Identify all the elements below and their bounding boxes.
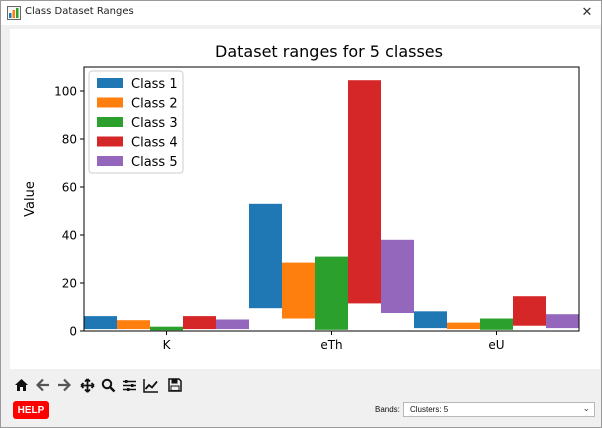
back-arrow-icon <box>35 378 49 392</box>
y-tick-label: 60 <box>62 181 77 195</box>
bar-class-1-eTh <box>249 203 282 309</box>
bar-class-3-eU <box>480 318 513 330</box>
zoom-button[interactable] <box>98 375 119 395</box>
x-tick-label: K <box>163 338 172 352</box>
pan-button[interactable] <box>77 375 98 395</box>
bar-class-1-eU <box>414 311 447 329</box>
magnifier-icon <box>101 378 116 392</box>
y-tick-label: 40 <box>62 229 77 243</box>
y-axis-label: Value <box>23 181 38 217</box>
x-tick-label: eU <box>488 338 504 352</box>
close-button[interactable]: ✕ <box>577 3 597 23</box>
forward-button[interactable] <box>53 375 74 395</box>
back-button[interactable] <box>32 375 53 395</box>
floppy-disk-icon <box>167 378 182 392</box>
bar-class-2-K <box>117 320 150 330</box>
chevron-down-icon: ⌄ <box>582 403 590 413</box>
forward-arrow-icon <box>57 378 71 392</box>
bar-class-4-eTh <box>348 80 381 304</box>
chart-title: Dataset ranges for 5 classes <box>215 42 443 61</box>
x-tick-label: eTh <box>320 338 342 352</box>
y-tick-label: 0 <box>69 325 77 339</box>
legend-swatch <box>97 97 123 108</box>
bar-class-5-K <box>216 319 249 330</box>
legend-swatch <box>97 156 123 166</box>
legend-swatch <box>97 78 123 88</box>
y-tick-label: 80 <box>62 133 77 147</box>
edit-axes-button[interactable] <box>140 375 161 395</box>
bands-selected-value: Clusters: 5 <box>410 405 449 414</box>
bar-class-5-eTh <box>381 239 414 313</box>
legend-label: Class 2 <box>131 97 178 112</box>
title-bar[interactable]: Class Dataset Ranges ✕ <box>1 1 601 25</box>
legend: Class 1 Class 2 Class 3 Class 4 Class 5 <box>88 70 184 174</box>
move-icon <box>80 377 95 393</box>
help-button[interactable]: HELP <box>13 401 49 419</box>
bar-class-4-eU <box>513 296 546 326</box>
save-button[interactable] <box>164 375 185 395</box>
x-axis: KeTh eU <box>163 331 505 352</box>
home-icon <box>15 379 28 391</box>
y-tick-label: 20 <box>62 277 77 291</box>
bar-class-2-eU <box>447 322 480 330</box>
figure-canvas[interactable]: Dataset ranges for 5 classes Value 0 20 40… <box>10 29 600 369</box>
bar-class-2-eTh <box>282 262 315 319</box>
bar-class-3-K <box>150 326 183 331</box>
legend-label: Class 3 <box>131 116 178 131</box>
legend-label: Class 4 <box>131 136 178 151</box>
home-button[interactable] <box>11 375 32 395</box>
configure-subplots-button[interactable] <box>119 375 140 395</box>
bar-chart: Dataset ranges for 5 classes Value 0 20 40… <box>23 42 580 352</box>
legend-label: Class 5 <box>131 155 178 170</box>
window-title: Class Dataset Ranges <box>25 6 134 17</box>
y-tick-label: 100 <box>54 85 77 99</box>
app-window: Class Dataset Ranges ✕ Dataset ranges fo… <box>0 0 602 428</box>
bar-class-1-K <box>84 316 117 330</box>
line-chart-icon <box>142 378 158 393</box>
bar-class-3-eTh <box>315 256 348 330</box>
navigation-toolbar <box>11 375 185 395</box>
bar-class-4-K <box>183 316 216 330</box>
sliders-icon <box>123 379 136 391</box>
bar-class-5-eU <box>546 314 579 329</box>
matplotlib-figure-icon <box>7 6 21 20</box>
bands-label: Bands: <box>375 405 400 414</box>
y-axis: 0 20 40 60 80 100 <box>54 85 84 339</box>
bands-dropdown[interactable]: Clusters: 5 ⌄ <box>403 402 595 417</box>
legend-swatch <box>97 136 123 147</box>
legend-swatch <box>97 117 123 127</box>
legend-label: Class 1 <box>131 77 178 92</box>
